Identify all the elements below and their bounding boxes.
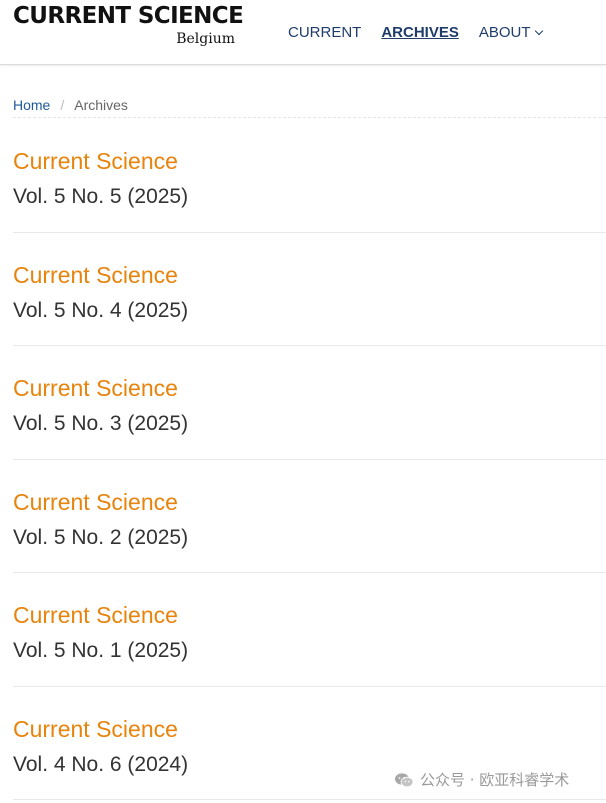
issue-title-link[interactable]: Current Science xyxy=(13,488,606,516)
chevron-down-icon xyxy=(534,26,543,35)
watermark: 公众号 · 欧亚科睿学术 xyxy=(394,769,569,790)
issue-title-link[interactable]: Current Science xyxy=(13,261,606,289)
issue-title-link[interactable]: Current Science xyxy=(13,374,606,402)
breadcrumb-separator: / xyxy=(60,97,65,113)
main-nav: CURRENT ARCHIVES ABOUT xyxy=(288,24,562,41)
issue-list: Current Science Vol. 5 No. 5 (2025) Curr… xyxy=(13,119,606,800)
issue-item: Current Science Vol. 5 No. 4 (2025) xyxy=(13,233,606,346)
watermark-text: 公众号 · 欧亚科睿学术 xyxy=(420,771,570,789)
issue-volume[interactable]: Vol. 5 No. 1 (2025) xyxy=(13,638,606,664)
issue-item: Current Science Vol. 5 No. 5 (2025) xyxy=(13,119,606,233)
issue-volume[interactable]: Vol. 5 No. 5 (2025) xyxy=(13,184,606,210)
issue-title-link[interactable]: Current Science xyxy=(13,147,606,175)
logo-title: CURRENT SCIENCE xyxy=(13,3,244,29)
breadcrumb: Home / Archives xyxy=(13,97,606,118)
issue-volume[interactable]: Vol. 5 No. 3 (2025) xyxy=(13,411,606,437)
site-logo[interactable]: CURRENT SCIENCE Belgium xyxy=(13,2,244,47)
nav-archives[interactable]: ARCHIVES xyxy=(381,24,459,41)
nav-about[interactable]: ABOUT xyxy=(478,24,543,41)
nav-current[interactable]: CURRENT xyxy=(288,24,361,41)
nav-archives-label: ARCHIVES xyxy=(381,24,459,41)
issue-item: Current Science Vol. 5 No. 1 (2025) xyxy=(13,573,606,687)
breadcrumb-home[interactable]: Home xyxy=(13,97,50,113)
issue-title-link[interactable]: Current Science xyxy=(13,715,606,743)
logo-subtitle: Belgium xyxy=(176,31,235,47)
issue-item: Current Science Vol. 5 No. 2 (2025) xyxy=(13,460,606,573)
issue-item: Current Science Vol. 5 No. 3 (2025) xyxy=(13,346,606,460)
nav-about-label: ABOUT xyxy=(478,24,531,41)
nav-current-label: CURRENT xyxy=(288,24,362,41)
issue-title-link[interactable]: Current Science xyxy=(13,601,606,629)
wechat-icon xyxy=(395,772,414,787)
breadcrumb-current: Archives xyxy=(74,97,128,113)
issue-volume[interactable]: Vol. 5 No. 4 (2025) xyxy=(13,298,606,324)
issue-volume[interactable]: Vol. 5 No. 2 (2025) xyxy=(13,525,606,551)
site-header: CURRENT SCIENCE Belgium CURRENT ARCHIVES… xyxy=(0,0,606,65)
